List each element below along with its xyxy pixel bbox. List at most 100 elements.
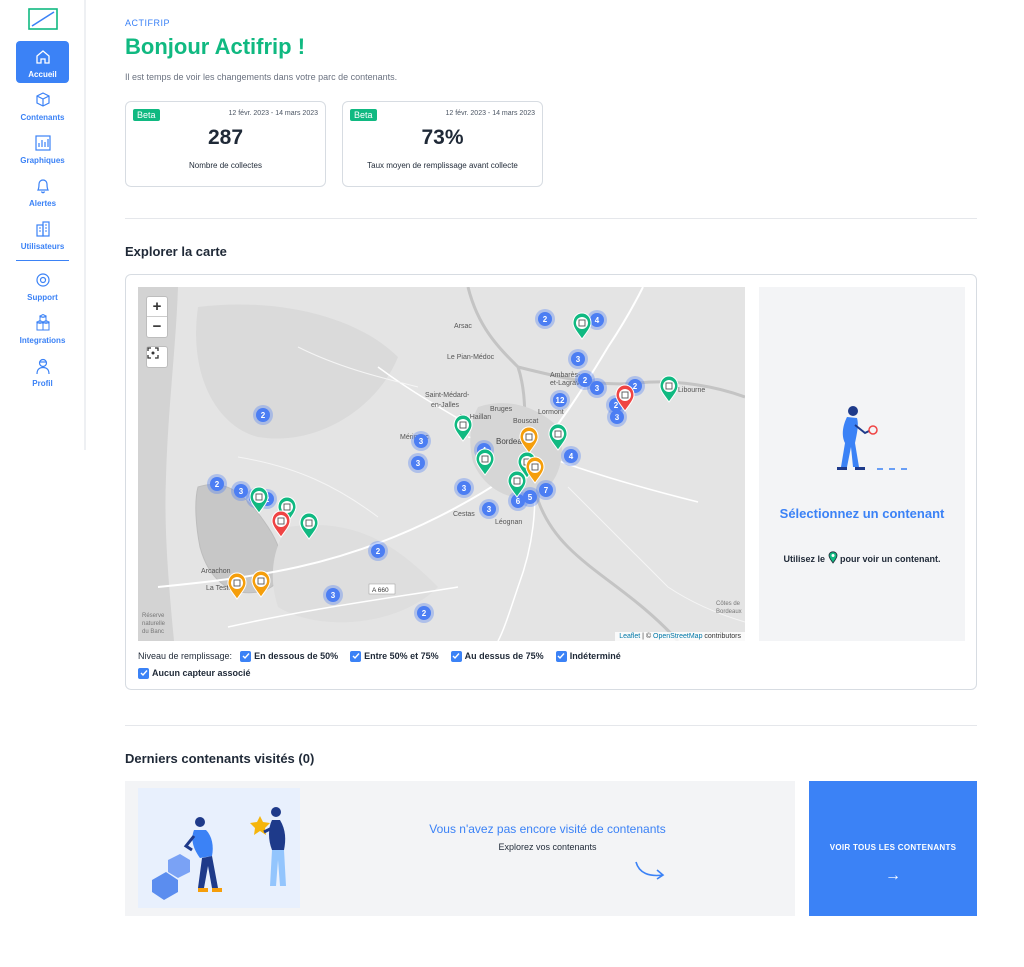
map-cluster[interactable]: 3 xyxy=(411,431,431,451)
svg-text:naturelle: naturelle xyxy=(142,621,166,627)
map-cluster[interactable]: 3 xyxy=(568,349,588,369)
beta-badge: Beta xyxy=(350,109,377,121)
view-all-containers-button[interactable]: VOIR TOUS LES CONTENANTS → xyxy=(809,781,977,916)
svg-text:Bouscat: Bouscat xyxy=(513,418,538,425)
leaflet-link[interactable]: Leaflet xyxy=(619,633,640,640)
sidebar-item-label: Support xyxy=(27,293,58,302)
sidebar-item-support[interactable]: Support xyxy=(16,264,69,306)
svg-text:Libourne: Libourne xyxy=(678,387,705,394)
cluster-count: 3 xyxy=(462,484,467,493)
cluster-count: 2 xyxy=(583,376,588,385)
sidebar-item-utilisateurs[interactable]: Utilisateurs xyxy=(16,213,69,255)
zoom-out-button[interactable]: − xyxy=(147,317,167,337)
people-illustration-icon xyxy=(152,807,286,900)
map[interactable]: Arsac Le Pian-Médoc Saint-Médard- en-Jal… xyxy=(138,287,745,641)
map-cluster[interactable]: 4 xyxy=(561,446,581,466)
cluster-count: 6 xyxy=(516,497,521,506)
svg-text:Réserve: Réserve xyxy=(142,613,165,619)
chart-icon xyxy=(34,135,51,151)
map-cluster[interactable]: 2 xyxy=(414,603,434,623)
filter-no-sensor[interactable]: Aucun capteur associé xyxy=(138,667,251,679)
zoom-in-button[interactable]: + xyxy=(147,297,167,317)
filter-below-50[interactable]: En dessous de 50% xyxy=(240,650,339,662)
beta-badge: Beta xyxy=(133,109,160,121)
fullscreen-icon xyxy=(147,347,159,359)
filter-option-label: Entre 50% et 75% xyxy=(364,651,439,661)
map-cluster[interactable]: 2 xyxy=(368,541,388,561)
cluster-count: 2 xyxy=(633,382,638,391)
bell-icon xyxy=(36,179,49,194)
svg-text:Arsac: Arsac xyxy=(454,323,472,330)
attribution-tail: contributors xyxy=(702,633,741,640)
stat-label: Nombre de collectes xyxy=(189,161,262,170)
stat-card-remplissage: Beta 12 févr. 2023 - 14 mars 2023 73% Ta… xyxy=(342,101,543,187)
map-cluster[interactable]: 3 xyxy=(587,378,607,398)
visited-empty-state: Vous n'avez pas encore visité de contena… xyxy=(125,781,795,916)
visited-empty-subtitle: Explorez vos contenants xyxy=(498,842,597,852)
attribution-sep: | © xyxy=(640,633,654,640)
page-title: Bonjour Actifrip ! xyxy=(125,34,306,59)
arrow-right-icon: → xyxy=(885,867,901,884)
cluster-count: 7 xyxy=(544,486,549,495)
map-section-title: Explorer la carte xyxy=(125,244,227,259)
cluster-count: 3 xyxy=(331,591,336,600)
sidebar-item-label: Contenants xyxy=(20,113,65,122)
stat-card-collectes: Beta 12 févr. 2023 - 14 mars 2023 287 No… xyxy=(125,101,326,187)
svg-text:Bruges: Bruges xyxy=(490,406,513,413)
filter-above-75[interactable]: Au dessus de 75% xyxy=(450,650,544,662)
sidebar-item-alertes[interactable]: Alertes xyxy=(16,170,69,212)
selection-title: Sélectionnez un contenant xyxy=(779,506,945,521)
visited-empty-title: Vous n'avez pas encore visité de contena… xyxy=(429,822,666,836)
sidebar-item-accueil[interactable]: Accueil xyxy=(16,41,69,83)
checkbox-checked-icon[interactable] xyxy=(350,650,362,662)
cluster-count: 2 xyxy=(422,609,427,618)
cluster-count: 2 xyxy=(614,401,619,410)
sidebar-item-contenants[interactable]: Contenants xyxy=(16,84,69,126)
curved-arrow-icon xyxy=(635,861,665,880)
map-cluster[interactable]: 3 xyxy=(323,585,343,605)
svg-text:A 660: A 660 xyxy=(372,587,389,594)
map-cluster[interactable]: 3 xyxy=(408,453,428,473)
sidebar-item-label: Graphiques xyxy=(20,156,65,165)
map-cluster[interactable]: 12 xyxy=(550,390,570,410)
cluster-count: 2 xyxy=(261,411,266,420)
cta-label: VOIR TOUS LES CONTENANTS xyxy=(829,843,957,852)
cubes-icon xyxy=(35,314,50,331)
sidebar-item-integrations[interactable]: Integrations xyxy=(16,307,69,349)
filter-undetermined[interactable]: Indéterminé xyxy=(555,650,621,662)
sidebar-item-graphiques[interactable]: Graphiques xyxy=(16,127,69,169)
map-cluster[interactable]: 3 xyxy=(479,499,499,519)
map-cluster[interactable]: 2 xyxy=(535,309,555,329)
cluster-count: 2 xyxy=(376,547,381,556)
checkbox-checked-icon[interactable] xyxy=(555,650,567,662)
sidebar-item-label: Accueil xyxy=(28,70,57,79)
cluster-count: 2 xyxy=(215,480,220,489)
checkbox-checked-icon[interactable] xyxy=(240,650,252,662)
map-cluster[interactable]: 2 xyxy=(253,405,273,425)
map-cluster[interactable]: 3 xyxy=(454,478,474,498)
hint-text-before: Utilisez le xyxy=(783,554,825,564)
cluster-count: 4 xyxy=(595,316,600,325)
checkbox-checked-icon[interactable] xyxy=(450,650,462,662)
cluster-count: 2 xyxy=(543,315,548,324)
sidebar: Accueil Contenants Graphiques Alertes Ut… xyxy=(0,0,86,450)
filter-option-label: En dessous de 50% xyxy=(254,651,339,661)
sidebar-item-profil[interactable]: Profil xyxy=(16,350,69,392)
cluster-count: 12 xyxy=(556,396,565,405)
cluster-count: 3 xyxy=(576,355,581,364)
svg-text:Arcachon: Arcachon xyxy=(201,568,231,575)
filter-50-75[interactable]: Entre 50% et 75% xyxy=(350,650,439,662)
cluster-count: 3 xyxy=(595,384,600,393)
svg-text:Léognan: Léognan xyxy=(495,519,522,526)
app-logo-icon[interactable] xyxy=(28,8,58,30)
checkbox-checked-icon[interactable] xyxy=(138,667,149,679)
users-icon xyxy=(35,221,50,237)
osm-link[interactable]: OpenStreetMap xyxy=(653,633,702,640)
cluster-count: 5 xyxy=(528,493,533,502)
fullscreen-button[interactable] xyxy=(146,346,168,368)
stat-value: 73% xyxy=(421,126,464,149)
fill-level-filters: Niveau de remplissage: En dessous de 50%… xyxy=(138,649,758,683)
search-illustration-icon xyxy=(837,406,907,470)
map-cluster[interactable]: 2 xyxy=(207,474,227,494)
visited-section-title: Derniers contenants visités (0) xyxy=(125,751,315,766)
